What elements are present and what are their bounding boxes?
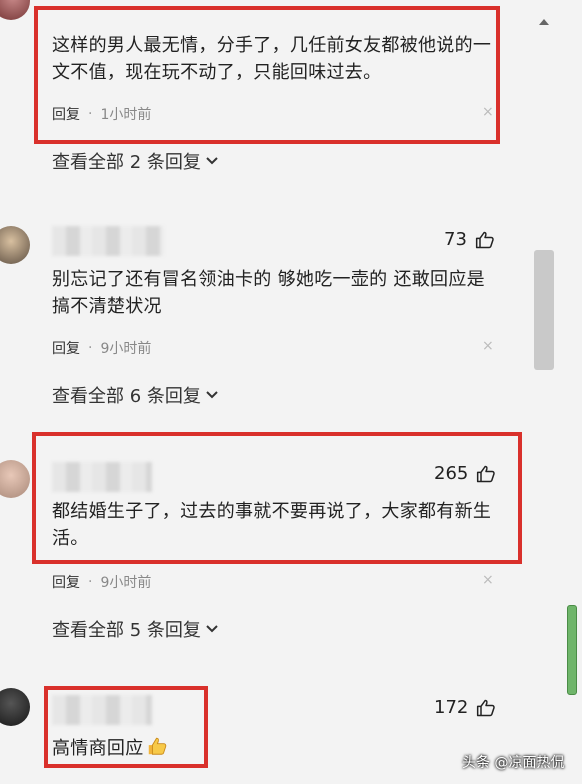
avatar[interactable] — [0, 226, 30, 264]
view-all-replies-label: 查看全部 6 条回复 — [52, 386, 201, 407]
highlight-box — [34, 6, 500, 144]
username-blurred[interactable] — [52, 226, 164, 256]
view-all-replies-label: 查看全部 2 条回复 — [52, 152, 201, 173]
avatar[interactable] — [0, 688, 30, 726]
side-indicator-bar — [567, 605, 577, 695]
scrollbar-track[interactable] — [532, 0, 556, 784]
comment-meta: 回复 · 9小时前 — [52, 572, 151, 592]
separator-dot: · — [88, 340, 93, 356]
comment-timestamp: 9小时前 — [100, 341, 152, 357]
like-count: 73 — [444, 229, 467, 250]
chevron-down-icon — [206, 391, 218, 399]
comment-meta: 回复 · 9小时前 — [52, 338, 151, 358]
like-button[interactable]: 172 — [434, 697, 496, 718]
highlight-box — [44, 686, 208, 768]
thumbs-up-icon — [477, 699, 496, 716]
thumbs-up-icon — [475, 231, 494, 248]
view-all-replies-label: 查看全部 5 条回复 — [52, 620, 201, 641]
view-all-replies-button[interactable]: 查看全部 6 条回复 — [52, 382, 219, 408]
highlight-box — [32, 432, 522, 564]
close-icon[interactable]: × — [482, 572, 494, 588]
reply-button[interactable]: 回复 — [52, 338, 80, 358]
close-icon[interactable]: × — [482, 338, 494, 354]
view-all-replies-button[interactable]: 查看全部 5 条回复 — [52, 616, 219, 642]
reply-button[interactable]: 回复 — [52, 572, 80, 592]
avatar[interactable] — [0, 0, 30, 20]
chevron-down-icon — [206, 625, 218, 633]
watermark: 头条 @凉面热侃 — [462, 755, 565, 771]
view-all-replies-button[interactable]: 查看全部 2 条回复 — [52, 148, 219, 174]
like-button[interactable]: 73 — [444, 229, 495, 250]
comment-timestamp: 9小时前 — [100, 575, 152, 591]
separator-dot: · — [88, 574, 93, 590]
chevron-down-icon — [206, 157, 218, 165]
scroll-up-arrow-icon[interactable] — [538, 18, 550, 26]
avatar[interactable] — [0, 460, 30, 498]
like-count: 172 — [434, 697, 469, 718]
comment-text: 别忘记了还有冒名领油卡的 够她吃一壶的 还敢回应是搞不清楚状况 — [52, 269, 485, 317]
comment-feed: 这样的男人最无情，分手了，几任前女友都被他说的一文不值，现在玩不动了，只能回味过… — [0, 0, 582, 784]
scrollbar-thumb[interactable] — [534, 250, 554, 370]
